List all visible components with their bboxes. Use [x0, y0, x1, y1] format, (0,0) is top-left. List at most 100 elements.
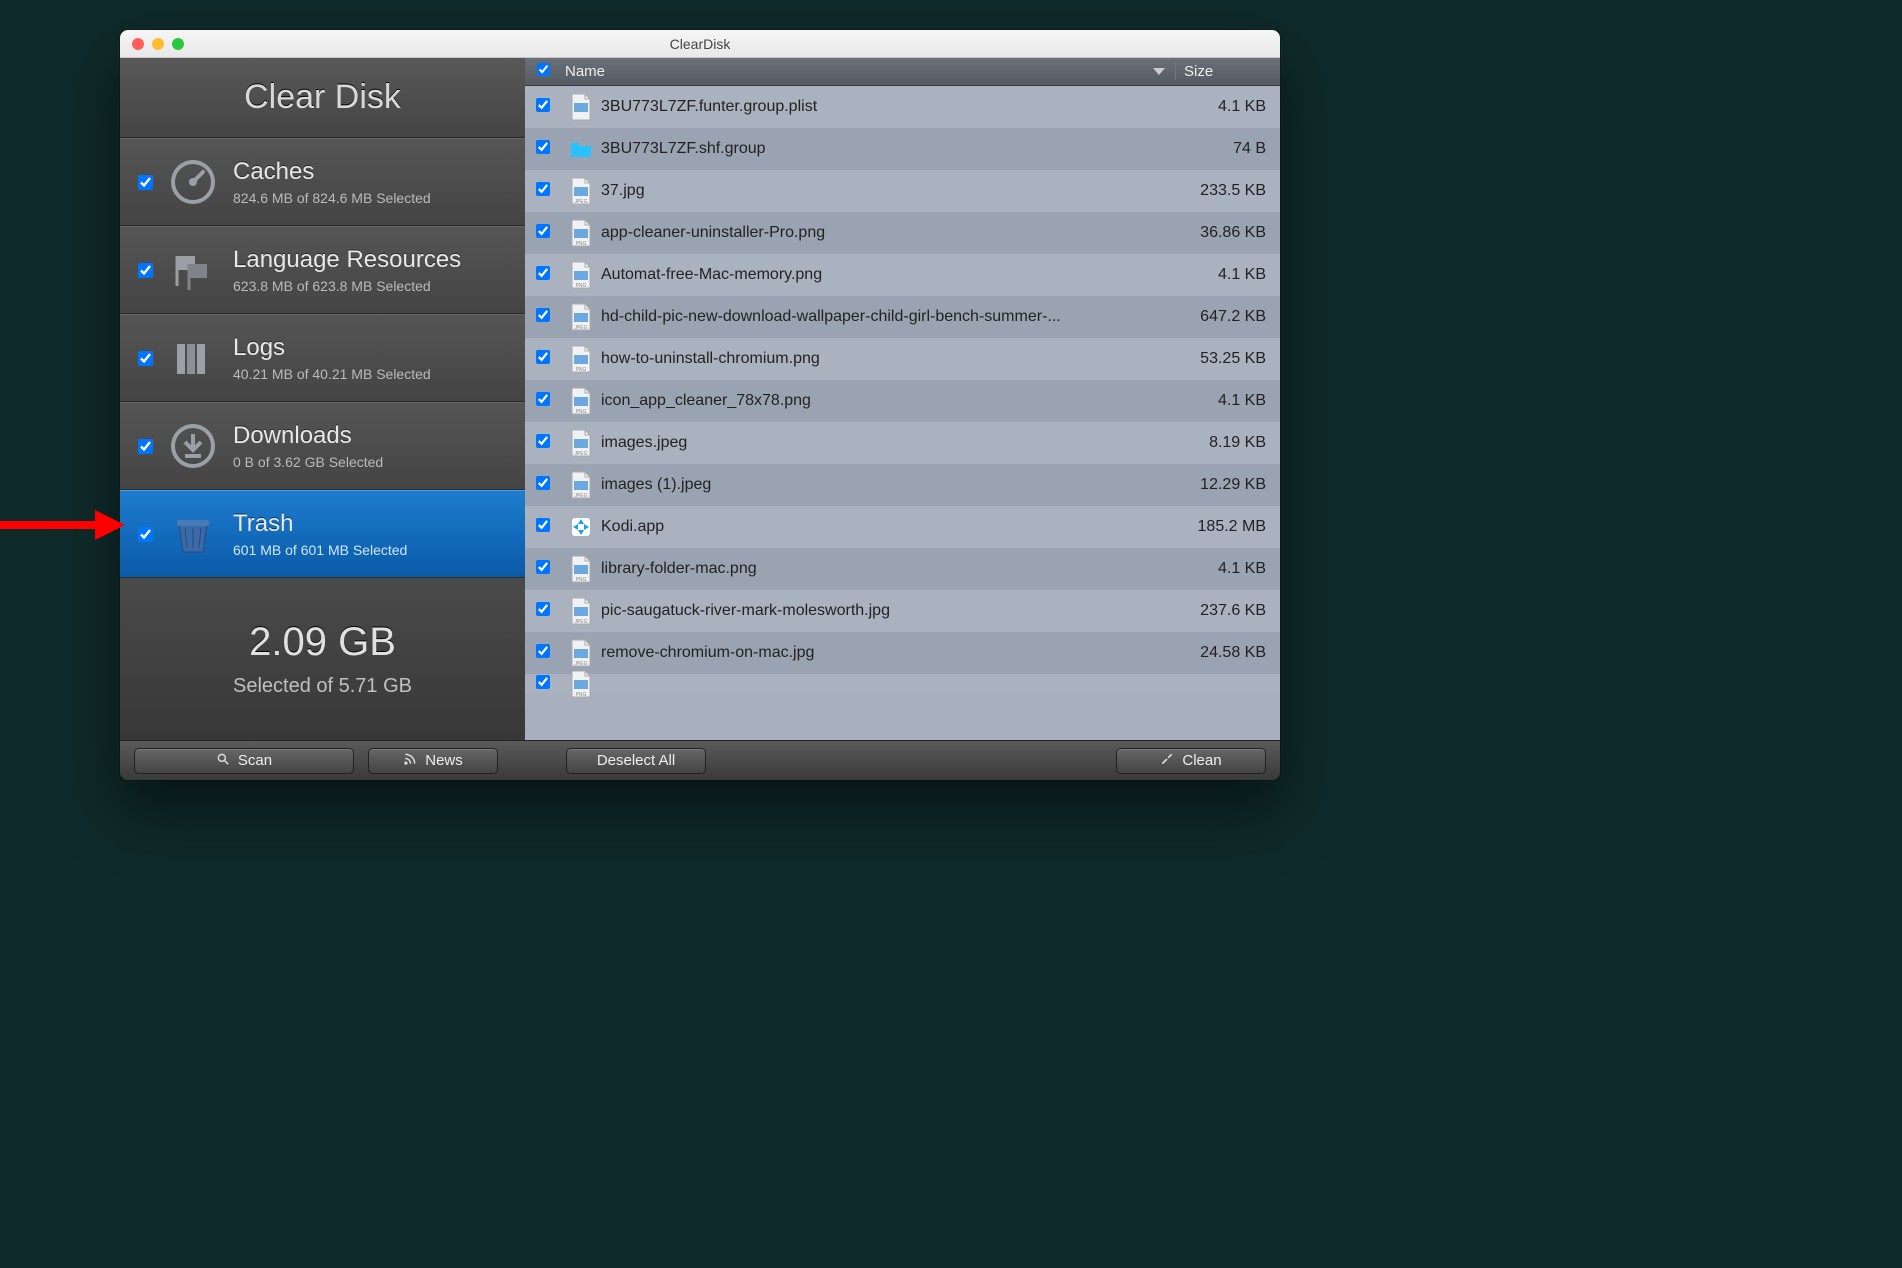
file-name: how-to-uninstall-chromium.png: [601, 350, 1175, 368]
row-checkbox[interactable]: [536, 602, 550, 616]
svg-text:PNG: PNG: [576, 692, 587, 698]
file-name: pic-saugatuck-river-mark-molesworth.jpg: [601, 602, 1175, 620]
svg-text:PNG: PNG: [576, 367, 587, 373]
file-size: 4.1 KB: [1175, 266, 1280, 284]
table-row[interactable]: 3BU773L7ZF.shf.group 74 B: [525, 128, 1280, 170]
svg-text:PNG: PNG: [576, 577, 587, 583]
file-name: Kodi.app: [601, 518, 1175, 536]
sidebar-item-caches[interactable]: Caches 824.6 MB of 824.6 MB Selected: [120, 138, 525, 226]
books-icon: [169, 334, 217, 382]
deselect-all-button[interactable]: Deselect All: [566, 748, 706, 774]
totals-panel: 2.09 GB Selected of 5.71 GB: [120, 578, 525, 740]
row-checkbox[interactable]: [536, 434, 550, 448]
file-name: hd-child-pic-new-download-wallpaper-chil…: [601, 308, 1175, 326]
svg-text:PNG: PNG: [576, 409, 587, 415]
category-checkbox[interactable]: [138, 175, 153, 190]
category-checkbox[interactable]: [138, 351, 153, 366]
table-row[interactable]: PNG: [525, 674, 1280, 694]
row-checkbox[interactable]: [536, 644, 550, 658]
file-type-icon: [561, 93, 601, 121]
category-title: Caches: [233, 158, 431, 186]
header-name-column[interactable]: Name: [561, 63, 1175, 80]
trash-icon: [169, 510, 217, 558]
file-type-icon: PNG: [561, 219, 601, 247]
file-type-icon: JPEG: [561, 471, 601, 499]
file-name: library-folder-mac.png: [601, 560, 1175, 578]
table-row[interactable]: JPEG 37.jpg 233.5 KB: [525, 170, 1280, 212]
category-checkbox[interactable]: [138, 263, 153, 278]
category-title: Language Resources: [233, 246, 461, 274]
svg-text:JPEG: JPEG: [574, 451, 587, 457]
news-button[interactable]: News: [368, 748, 498, 774]
table-row[interactable]: JPEG hd-child-pic-new-download-wallpaper…: [525, 296, 1280, 338]
category-subtitle: 824.6 MB of 824.6 MB Selected: [233, 190, 431, 206]
sidebar-item-downloads[interactable]: Downloads 0 B of 3.62 GB Selected: [120, 402, 525, 490]
table-row[interactable]: PNG icon_app_cleaner_78x78.png 4.1 KB: [525, 380, 1280, 422]
table-row[interactable]: PNG how-to-uninstall-chromium.png 53.25 …: [525, 338, 1280, 380]
table-row[interactable]: PNG app-cleaner-uninstaller-Pro.png 36.8…: [525, 212, 1280, 254]
footer-toolbar: Scan News Deselect All Clean: [120, 740, 1280, 780]
file-size: 12.29 KB: [1175, 476, 1280, 494]
row-checkbox[interactable]: [536, 98, 550, 112]
sidebar-item-trash[interactable]: Trash 601 MB of 601 MB Selected: [120, 490, 525, 578]
file-type-icon: JPEG: [561, 639, 601, 667]
table-row[interactable]: 3BU773L7ZF.funter.group.plist 4.1 KB: [525, 86, 1280, 128]
category-title: Logs: [233, 334, 431, 362]
sort-desc-icon: [1153, 68, 1165, 75]
sidebar-item-lang[interactable]: Language Resources 623.8 MB of 623.8 MB …: [120, 226, 525, 314]
file-name: 3BU773L7ZF.shf.group: [601, 140, 1175, 158]
row-checkbox[interactable]: [536, 140, 550, 154]
svg-text:JPEG: JPEG: [574, 493, 587, 499]
scan-button[interactable]: Scan: [134, 748, 354, 774]
table-row[interactable]: JPEG remove-chromium-on-mac.jpg 24.58 KB: [525, 632, 1280, 674]
table-row[interactable]: PNG library-folder-mac.png 4.1 KB: [525, 548, 1280, 590]
clean-button[interactable]: Clean: [1116, 748, 1266, 774]
row-checkbox[interactable]: [536, 266, 550, 280]
row-checkbox[interactable]: [536, 308, 550, 322]
row-checkbox[interactable]: [536, 182, 550, 196]
titlebar[interactable]: ClearDisk: [120, 30, 1280, 58]
category-subtitle: 0 B of 3.62 GB Selected: [233, 454, 383, 470]
table-row[interactable]: Kodi.app 185.2 MB: [525, 506, 1280, 548]
annotation-arrow: [0, 510, 130, 540]
table-header: Name Size: [525, 58, 1280, 86]
file-size: 185.2 MB: [1175, 518, 1280, 536]
file-name: 37.jpg: [601, 182, 1175, 200]
file-type-icon: PNG: [561, 387, 601, 415]
category-checkbox[interactable]: [138, 527, 153, 542]
file-name: images.jpeg: [601, 434, 1175, 452]
table-row[interactable]: JPEG images.jpeg 8.19 KB: [525, 422, 1280, 464]
category-subtitle: 601 MB of 601 MB Selected: [233, 542, 407, 558]
row-checkbox[interactable]: [536, 350, 550, 364]
file-size: 233.5 KB: [1175, 182, 1280, 200]
header-check-column[interactable]: [525, 63, 561, 80]
row-checkbox[interactable]: [536, 392, 550, 406]
file-type-icon: PNG: [561, 555, 601, 583]
row-checkbox[interactable]: [536, 518, 550, 532]
file-size: 647.2 KB: [1175, 308, 1280, 326]
row-checkbox[interactable]: [536, 476, 550, 490]
header-size-column[interactable]: Size: [1175, 63, 1280, 80]
row-checkbox[interactable]: [536, 675, 550, 689]
svg-text:JPEG: JPEG: [574, 325, 587, 331]
row-checkbox[interactable]: [536, 560, 550, 574]
download-icon: [169, 422, 217, 470]
file-type-icon: PNG: [561, 345, 601, 373]
svg-text:JPEG: JPEG: [574, 619, 587, 625]
file-size: 4.1 KB: [1175, 98, 1280, 116]
file-size: 237.6 KB: [1175, 602, 1280, 620]
category-title: Trash: [233, 510, 407, 538]
file-type-icon: PNG: [561, 261, 601, 289]
file-type-icon: JPEG: [561, 303, 601, 331]
file-type-icon: JPEG: [561, 429, 601, 457]
table-row[interactable]: JPEG pic-saugatuck-river-mark-molesworth…: [525, 590, 1280, 632]
table-row[interactable]: PNG Automat-free-Mac-memory.png 4.1 KB: [525, 254, 1280, 296]
file-size: 4.1 KB: [1175, 560, 1280, 578]
table-row[interactable]: JPEG images (1).jpeg 12.29 KB: [525, 464, 1280, 506]
file-name: Automat-free-Mac-memory.png: [601, 266, 1175, 284]
row-checkbox[interactable]: [536, 224, 550, 238]
file-name: icon_app_cleaner_78x78.png: [601, 392, 1175, 410]
file-name: remove-chromium-on-mac.jpg: [601, 644, 1175, 662]
sidebar-item-logs[interactable]: Logs 40.21 MB of 40.21 MB Selected: [120, 314, 525, 402]
category-checkbox[interactable]: [138, 439, 153, 454]
